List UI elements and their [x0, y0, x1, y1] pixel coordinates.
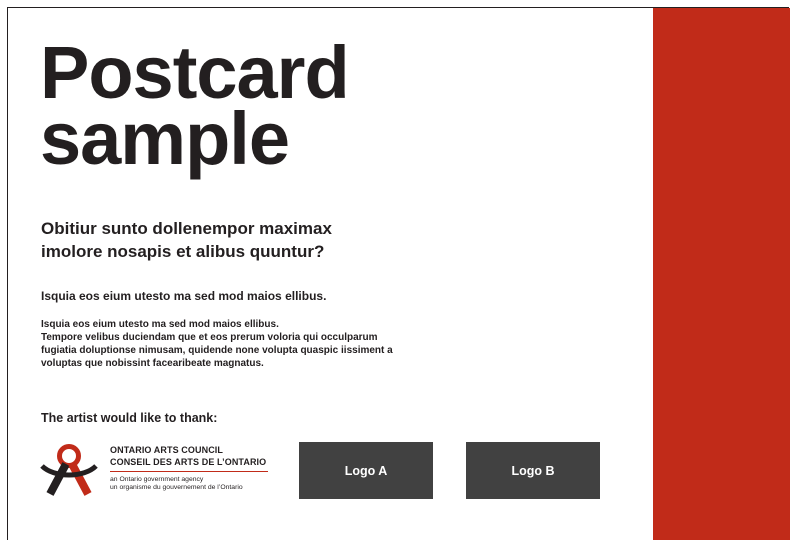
- thanks-heading: The artist would like to thank:: [41, 411, 218, 425]
- oac-wordmark: ONTARIO ARTS COUNCIL CONSEIL DES ARTS DE…: [110, 444, 268, 492]
- subtitle-line-1: Obitiur sunto dollenempor maximax: [41, 219, 332, 238]
- oac-name-en: ONTARIO ARTS COUNCIL: [110, 445, 223, 455]
- subtitle: Obitiur sunto dollenempor maximax imolor…: [41, 217, 441, 263]
- oac-logo-icon: [40, 444, 98, 496]
- logo-a-placeholder: Logo A: [299, 442, 433, 499]
- oac-divider: [110, 471, 268, 472]
- page-title: Postcard sample: [40, 36, 350, 180]
- title-line-2: sample: [40, 97, 290, 180]
- oac-agency-en: an Ontario government agency: [110, 476, 204, 483]
- ontario-arts-council-logo: ONTARIO ARTS COUNCIL CONSEIL DES ARTS DE…: [40, 440, 280, 502]
- body-line-4: voluptas que nobissint facearibeate magn…: [41, 358, 264, 369]
- lead-paragraph: Isquia eos eium utesto ma sed mod maios …: [41, 289, 327, 303]
- oac-agency-fr: un organisme du gouvernement de l’Ontari…: [110, 484, 243, 491]
- red-side-band: [653, 8, 790, 540]
- body-line-2: Tempore velibus duciendam que et eos pre…: [41, 332, 378, 343]
- body-line-3: fugiatia doluptionse nimusam, quidende n…: [41, 345, 393, 356]
- body-line-1: Isquia eos eium utesto ma sed mod maios …: [41, 319, 279, 330]
- subtitle-line-2: imolore nosapis et alibus quuntur?: [41, 242, 325, 261]
- logo-b-placeholder: Logo B: [466, 442, 600, 499]
- oac-name-fr: CONSEIL DES ARTS DE L’ONTARIO: [110, 457, 267, 467]
- body-paragraph: Isquia eos eium utesto ma sed mod maios …: [41, 318, 461, 370]
